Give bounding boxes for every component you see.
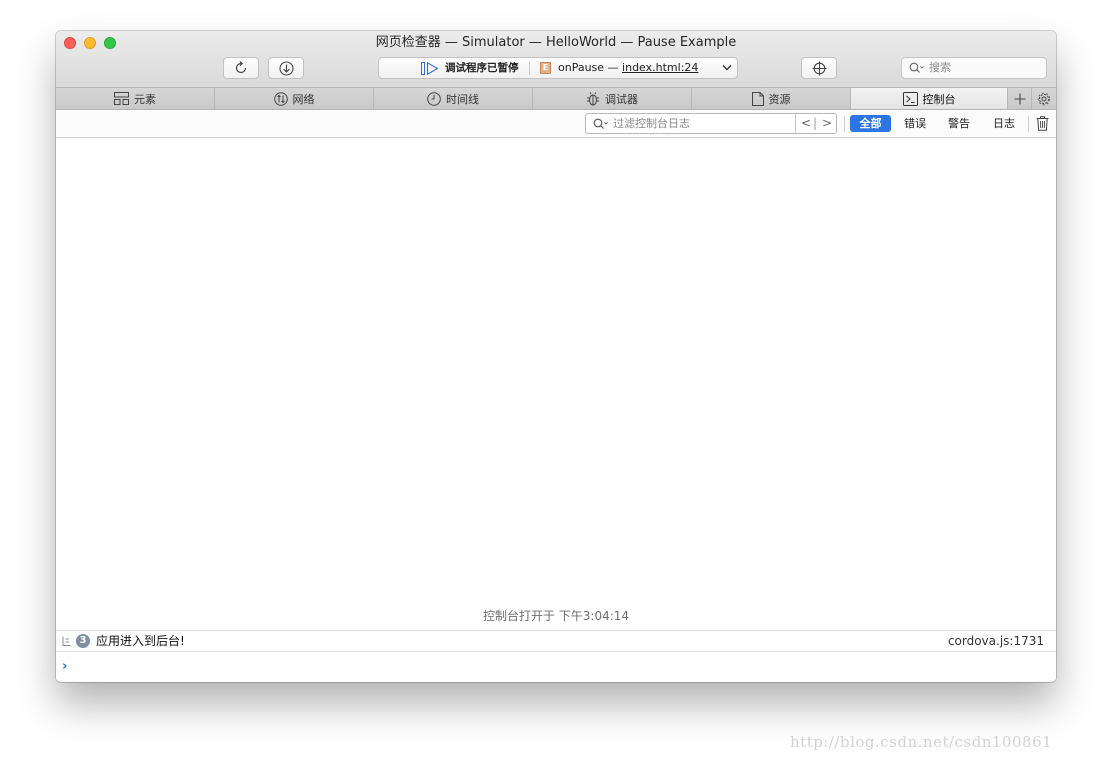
scope-all[interactable]: 全部 [850,115,891,132]
plus-icon [1014,93,1025,104]
console-session-timestamp: 控制台打开于 下午3:04:14 [482,609,630,623]
toolbar-search-placeholder: 搜索 [929,61,951,74]
tab-label: 网络 [292,92,315,106]
tab-bar: 元素 网络 时间线 调试器 资源 控制台 [56,87,1056,110]
console-icon [902,91,918,106]
debugger-status-box[interactable]: 调试程序已暂停 E onPause — index.html:24 [378,57,738,79]
web-inspector-window: 网页检查器 — Simulator — HelloWorld — Pause E… [56,31,1056,682]
tab-debugger[interactable]: 调试器 [533,88,692,109]
tab-timeline[interactable]: 时间线 [374,88,533,109]
console-output-area[interactable] [56,138,1056,630]
network-icon [273,91,288,106]
paused-function: onPause — [558,61,623,74]
tab-label: 调试器 [605,92,638,106]
scope-logs[interactable]: 日志 [987,115,1021,132]
message-source-link[interactable]: cordova.js:1731 [948,634,1044,648]
reload-button[interactable] [223,57,259,79]
crosshair-icon [812,61,826,75]
console-prompt-row[interactable]: › [56,652,1056,682]
previous-match-button[interactable]: < [801,117,811,130]
scope-separator [844,116,845,132]
tab-label: 时间线 [446,92,479,106]
tab-label: 资源 [768,92,791,106]
next-match-button[interactable]: > [822,117,832,130]
title-bar: 网页检查器 — Simulator — HelloWorld — Pause E… [56,31,1056,87]
download-icon [278,60,294,76]
console-message-row[interactable]: 3 应用进入到后台! cordova.js:1731 [56,630,1056,652]
console-command-input[interactable] [76,657,1040,677]
console-filter-input[interactable]: 过滤控制台日志 < | > [585,113,837,134]
settings-button[interactable] [1032,88,1056,109]
log-level-icon [62,636,71,646]
download-button[interactable] [268,57,304,79]
status-separator [529,62,530,75]
scope-errors[interactable]: 错误 [898,115,932,132]
continue-debugger-icon[interactable] [421,62,439,75]
window-title: 网页检查器 — Simulator — HelloWorld — Pause E… [375,35,737,50]
nav-divider: | [813,116,818,130]
gear-icon [1037,92,1051,105]
prompt-chevron-icon: › [62,659,68,674]
toolbar-search-field[interactable]: 搜索 [901,57,1047,79]
trash-icon[interactable] [1036,116,1049,131]
console-filter-placeholder: 过滤控制台日志 [613,117,690,130]
debugger-status-text: 调试程序已暂停 [445,62,519,74]
filter-nav-separator [795,114,796,133]
scope-separator [1028,116,1029,132]
tab-resources[interactable]: 资源 [692,88,851,109]
chevron-down-icon[interactable] [722,64,732,72]
tab-network[interactable]: 网络 [215,88,374,109]
console-message-text: 应用进入到后台! [96,634,185,648]
tab-label: 控制台 [922,92,956,106]
timeline-icon [427,91,441,106]
console-filter-bar: 过滤控制台日志 < | > 全部 错误 警告 日志 [56,110,1056,138]
search-icon [909,62,924,73]
debugger-icon [587,91,599,105]
inspect-target-button[interactable] [801,57,837,79]
search-icon [593,118,608,129]
reload-icon [235,61,247,74]
add-tab-button[interactable] [1008,88,1032,109]
scope-warnings[interactable]: 警告 [942,115,976,132]
script-file-icon: E [540,62,551,74]
tab-console[interactable]: 控制台 [851,88,1008,109]
paused-file-link[interactable]: index.html:24 [622,61,698,74]
paused-location[interactable]: onPause — index.html:24 [558,61,698,75]
watermark-text: http://blog.csdn.net/csdn100861 [790,733,1053,751]
repeat-count-badge: 3 [76,634,90,648]
elements-icon [114,92,129,105]
tab-elements[interactable]: 元素 [56,88,215,109]
tab-label: 元素 [134,92,156,106]
resources-icon [751,91,764,106]
